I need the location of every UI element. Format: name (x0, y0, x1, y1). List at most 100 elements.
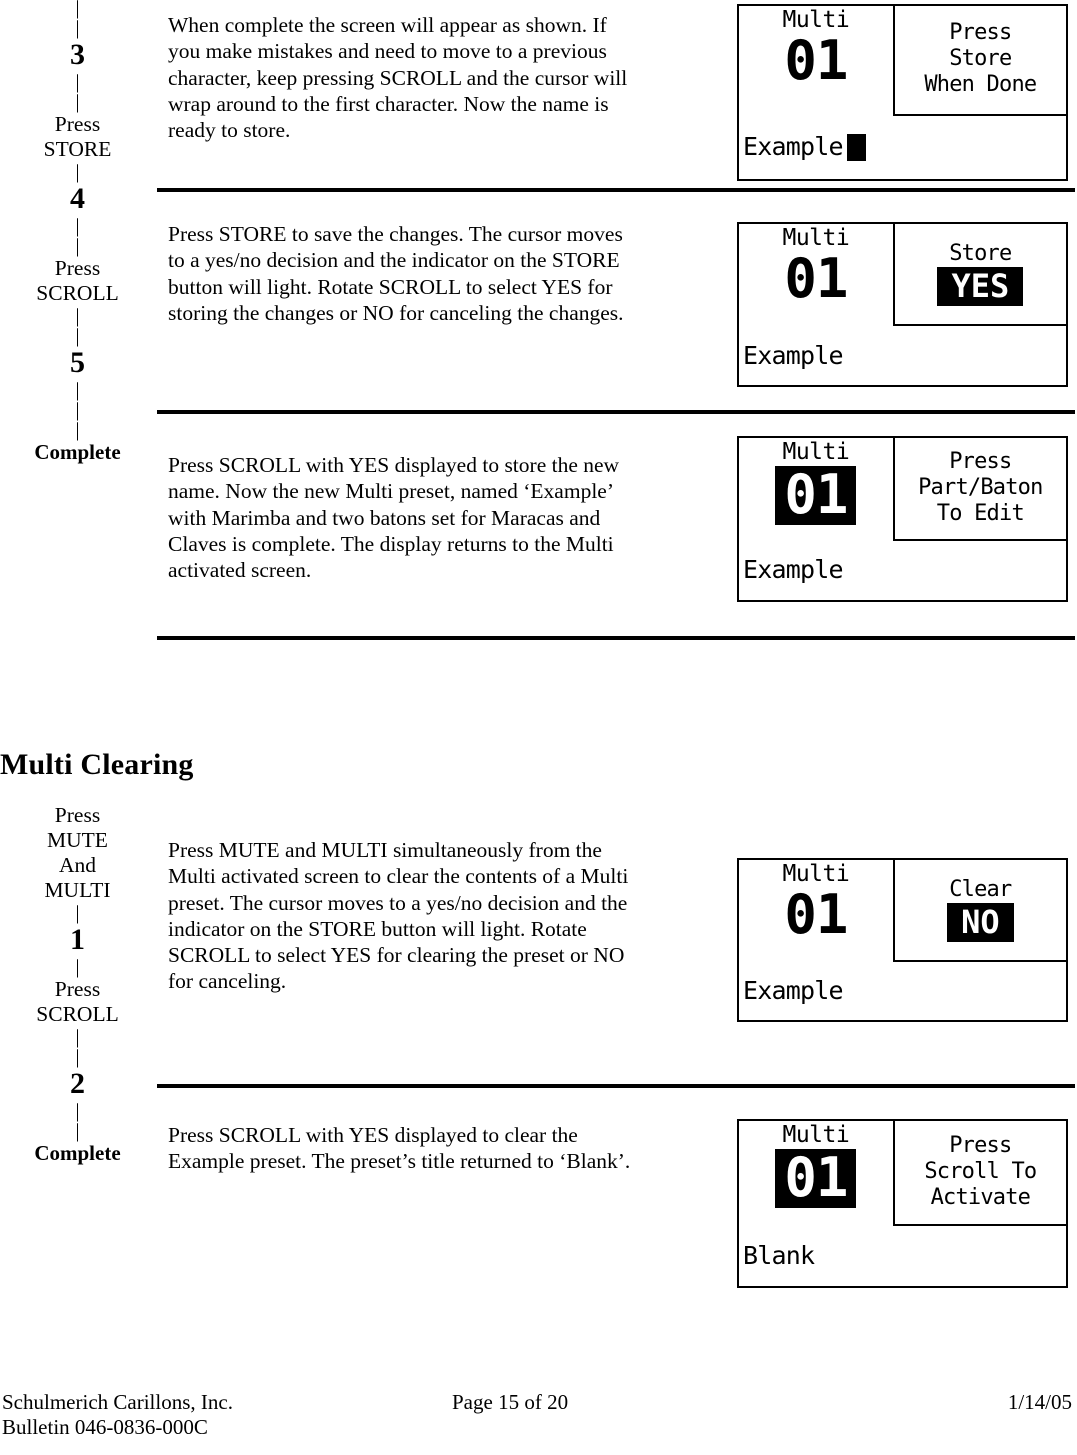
footer-row-2: Bulletin 046-0836-000C (0, 1415, 1077, 1440)
step-chain-top: | | 3 | | Press STORE | 4 | | Press SCROLL | | 5 | | | Comp… (0, 0, 155, 465)
lcd-name-region: Blank (739, 1226, 1066, 1286)
step-bottom-connector-tick: | (75, 1026, 80, 1048)
lcd-preset-name: Example (743, 555, 844, 585)
divider-rule-1 (157, 188, 1075, 192)
lcd-prompt-line: When Done (924, 72, 1037, 98)
lcd-preset-number: 01 (784, 29, 848, 92)
lcd-prompt-line: Store (949, 46, 1012, 72)
lcd-prompt-line: Scroll To (924, 1158, 1037, 1184)
step-bottom-label: Press (54, 977, 101, 1001)
step-top-label-complete: Complete (34, 440, 121, 464)
paragraph-step-3: When complete the screen will appear as … (168, 13, 628, 143)
divider-rule-2 (157, 410, 1075, 414)
lcd-upper-region: Multi 01 Press Part/Baton To Edit (739, 438, 1066, 541)
lcd-prompt-region: Clear NO (892, 860, 1066, 962)
step-top-connector-tick: | (75, 399, 80, 421)
lcd-prompt-region: Store YES (892, 224, 1066, 327)
lcd-prompt-line: Press (949, 1132, 1012, 1158)
lcd-preset-region: Multi 01 (739, 438, 893, 541)
step-bottom-number-2: 2 (70, 1067, 85, 1100)
step-bottom-number-1: 1 (70, 923, 85, 956)
step-top-number-4: 4 (70, 182, 85, 215)
step-top-connector-tick: | (75, 91, 80, 113)
lcd-selected-value: NO (947, 902, 1014, 942)
lcd-mode-label: Multi (782, 439, 850, 465)
step-bottom-connector-tick: | (75, 1100, 80, 1122)
lcd-name-region: Example (739, 326, 1066, 385)
lcd-upper-region: Multi 01 Clear NO (739, 860, 1066, 962)
step-bottom-label: MUTE (47, 828, 108, 852)
lcd-preset-number: 01 (775, 466, 857, 525)
paragraph-clear-1: Press MUTE and MULTI simultaneously from… (168, 838, 629, 994)
step-top-label: STORE (43, 137, 112, 161)
paragraph-step-4: Press STORE to save the changes. The cur… (168, 222, 624, 325)
step-top-connector-tick: | (75, 379, 80, 401)
lcd-prompt-region: Press Store When Done (892, 6, 1066, 116)
lcd-preset-number: 01 (775, 1149, 857, 1208)
lcd-preset-name: Example (743, 132, 844, 162)
step-top-label: SCROLL (36, 281, 119, 305)
step-chain-bottom: Press MUTE And MULTI | 1 | Press SCROLL | | 2 | | Comp… (0, 803, 155, 1166)
lcd-upper-region: Multi 01 Store YES (739, 224, 1066, 327)
step-top-label: Press (54, 256, 101, 280)
lcd-prompt-line: Press (949, 448, 1012, 474)
lcd-prompt-region: Press Scroll To Activate (892, 1121, 1066, 1226)
lcd-preset-name: Blank (743, 1240, 815, 1270)
footer-page-number: Page 15 of 20 (452, 1390, 569, 1414)
lcd-prompt-line: Clear (949, 876, 1012, 902)
step-top-connector-tick: | (75, 161, 80, 183)
paragraph-clear-2: Press SCROLL with YES displayed to clear… (168, 1123, 631, 1174)
lcd-upper-region: Multi 01 Press Store When Done (739, 6, 1066, 116)
lcd-prompt-line: Press (949, 20, 1012, 46)
lcd-display-store-yes: Multi 01 Store YES Example (737, 222, 1068, 387)
step-top-connector-tick: | (75, 305, 80, 327)
lcd-prompt-region: Press Part/Baton To Edit (892, 438, 1066, 541)
lcd-preset-name: Example (743, 975, 844, 1005)
lcd-display-press-part-baton: Multi 01 Press Part/Baton To Edit Example (737, 436, 1068, 602)
lcd-prompt-line: Activate (930, 1184, 1031, 1210)
step-bottom-connector-tick: | (75, 1120, 80, 1142)
footer-bulletin: Bulletin 046-0836-000C (2, 1415, 208, 1439)
step-bottom-connector-tick: | (75, 902, 80, 924)
footer-company: Schulmerich Carillons, Inc. (2, 1390, 233, 1414)
lcd-preset-number: 01 (784, 883, 848, 946)
lcd-preset-name: Example (743, 340, 844, 370)
paragraph-step-5: Press SCROLL with YES displayed to store… (168, 453, 620, 583)
step-bottom-label-complete: Complete (34, 1141, 121, 1165)
lcd-prompt-line: Part/Baton (918, 474, 1043, 500)
lcd-name-region: Example (739, 962, 1066, 1020)
lcd-upper-region: Multi 01 Press Scroll To Activate (739, 1121, 1066, 1226)
lcd-display-press-scroll-activate: Multi 01 Press Scroll To Activate Blank (737, 1119, 1068, 1288)
page-footer: Schulmerich Carillons, Inc. Page 15 of 2… (0, 1390, 1077, 1440)
step-top-number-5: 5 (70, 346, 85, 379)
step-bottom-label: And (58, 853, 97, 877)
lcd-preset-number: 01 (784, 247, 848, 310)
lcd-preset-region: Multi 01 (739, 860, 893, 962)
divider-rule-3 (157, 636, 1075, 640)
step-top-connector-tick: | (75, 235, 80, 257)
step-top-connector-tick: | (75, 17, 80, 39)
step-top-connector-tick: | (75, 419, 80, 441)
step-top-label: Press (54, 112, 101, 136)
step-bottom-label: SCROLL (36, 1002, 119, 1026)
step-bottom-label: Press (54, 803, 101, 827)
lcd-preset-region: Multi 01 (739, 1121, 893, 1226)
lcd-preset-region: Multi 01 (739, 6, 893, 116)
lcd-text-cursor (846, 133, 866, 161)
lcd-display-clear-no: Multi 01 Clear NO Example (737, 858, 1068, 1022)
lcd-name-region: Example (739, 116, 1066, 179)
lcd-name-region: Example (739, 541, 1066, 600)
step-top-number-3: 3 (70, 38, 85, 71)
step-top-connector-tick: | (75, 215, 80, 237)
page-section-heading: Multi Clearing (0, 748, 194, 781)
divider-rule-4 (157, 1084, 1075, 1088)
step-bottom-connector-tick: | (75, 1046, 80, 1068)
step-top-connector-tick: | (75, 0, 80, 19)
step-bottom-label: MULTI (44, 878, 111, 902)
lcd-selected-value: YES (937, 267, 1024, 307)
lcd-prompt-line: Store (949, 241, 1012, 267)
lcd-preset-region: Multi 01 (739, 224, 893, 326)
step-bottom-connector-tick: | (75, 956, 80, 978)
lcd-prompt-line: To Edit (936, 500, 1025, 526)
lcd-display-store-when-done: Multi 01 Press Store When Done Example (737, 4, 1068, 181)
